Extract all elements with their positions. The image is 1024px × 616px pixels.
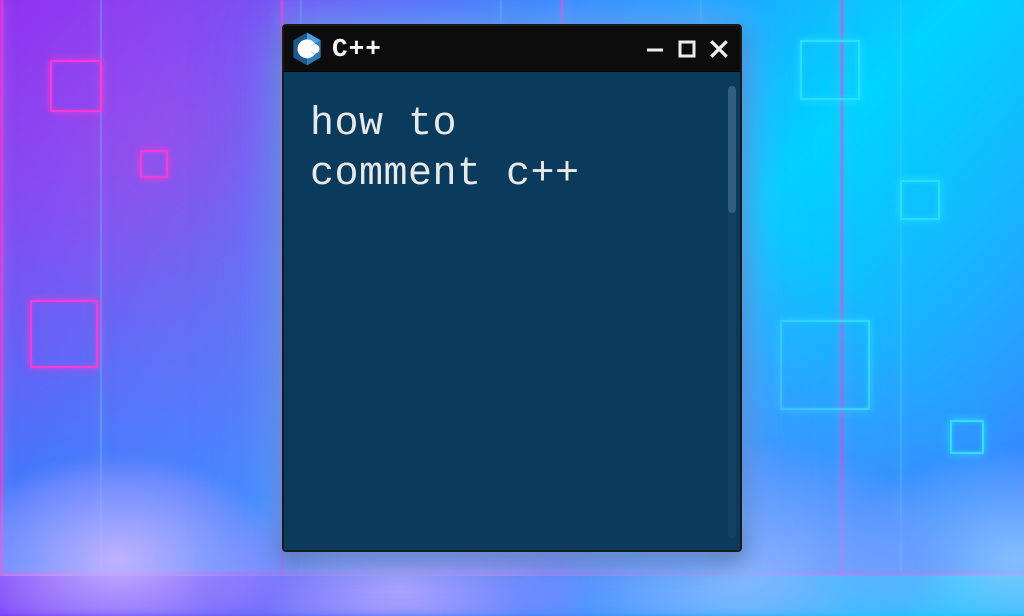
window-title: C++ xyxy=(332,34,634,64)
close-button[interactable] xyxy=(708,38,730,60)
minimize-button[interactable] xyxy=(644,38,666,60)
titlebar[interactable]: C++ xyxy=(284,26,740,72)
scrollbar[interactable] xyxy=(728,86,736,538)
scrollbar-thumb[interactable] xyxy=(728,86,736,213)
terminal-window: C++ how to comment c++ xyxy=(282,24,742,552)
terminal-content[interactable]: how to comment c++ xyxy=(284,72,740,550)
window-controls xyxy=(644,38,730,60)
cpp-logo-icon xyxy=(292,32,322,66)
maximize-button[interactable] xyxy=(676,38,698,60)
